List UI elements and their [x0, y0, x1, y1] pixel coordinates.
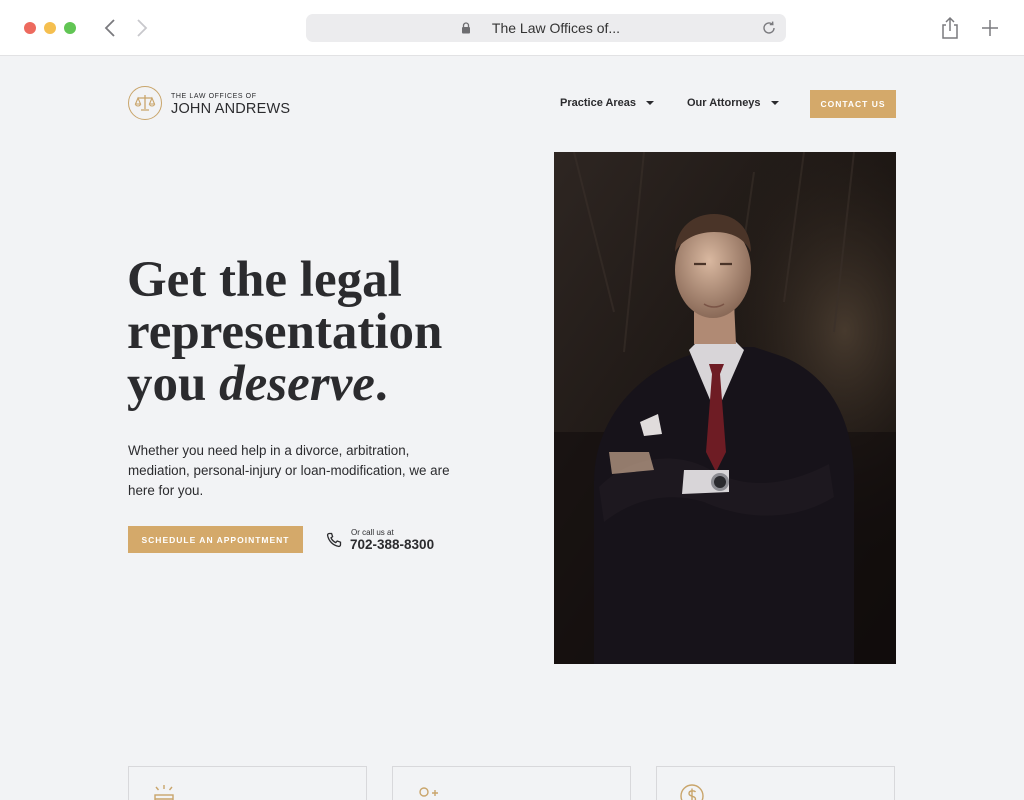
phone-icon	[326, 532, 342, 548]
feature-card[interactable]	[128, 766, 367, 800]
dollar-icon	[680, 784, 704, 800]
logo-name: JOHN ANDREWS	[171, 101, 291, 117]
call-us-label: Or call us at	[351, 528, 394, 537]
lock-icon	[462, 22, 470, 34]
headline-line-2: representation	[127, 304, 443, 360]
hero-subtext: Whether you need help in a divorce, arbi…	[128, 443, 450, 498]
headline-line-1: Get the legal	[127, 252, 402, 308]
feature-card[interactable]	[656, 766, 895, 800]
attorney-photo	[554, 152, 896, 664]
headline-period: .	[374, 356, 388, 412]
hero-headline: Get the legal representation you deserve…	[127, 254, 487, 410]
reload-icon[interactable]	[760, 19, 778, 37]
nav-item-label: Our Attorneys	[687, 97, 761, 109]
headline-emphasis: deserve	[219, 356, 375, 412]
zoom-window-button[interactable]	[64, 22, 76, 34]
plus-icon[interactable]	[980, 17, 1000, 39]
schedule-appointment-button[interactable]: SCHEDULE AN APPOINTMENT	[128, 526, 303, 553]
contact-us-button[interactable]: CONTACT US	[810, 90, 896, 118]
chevron-right-icon	[137, 19, 148, 37]
person-icon	[419, 787, 438, 797]
chevron-left-icon	[104, 19, 115, 37]
address-bar[interactable]: The Law Offices of...	[306, 14, 786, 42]
back-button[interactable]	[98, 16, 122, 40]
share-icon[interactable]	[940, 16, 960, 40]
nav-our-attorneys[interactable]: Our Attorneys	[687, 97, 779, 109]
page-title: The Law Offices of...	[491, 20, 621, 36]
minimize-window-button[interactable]	[44, 22, 56, 34]
site-logo[interactable]: THE LAW OFFICES OF JOHN ANDREWS	[128, 86, 328, 122]
feature-card[interactable]	[392, 766, 631, 800]
browser-toolbar: The Law Offices of...	[0, 0, 1024, 56]
nav-item-label: Practice Areas	[560, 97, 637, 109]
caret-down-icon	[770, 101, 779, 105]
close-window-button[interactable]	[24, 22, 36, 34]
forward-button[interactable]	[130, 16, 154, 40]
scales-icon	[128, 86, 162, 120]
logo-tagline: THE LAW OFFICES OF	[171, 93, 257, 100]
phone-number-link[interactable]: 702-388-8300	[350, 537, 434, 552]
nav-practice-areas[interactable]: Practice Areas	[560, 97, 655, 109]
caret-down-icon	[646, 101, 655, 105]
headline-line-3-start: you	[127, 356, 220, 412]
gavel-icon	[154, 785, 174, 800]
